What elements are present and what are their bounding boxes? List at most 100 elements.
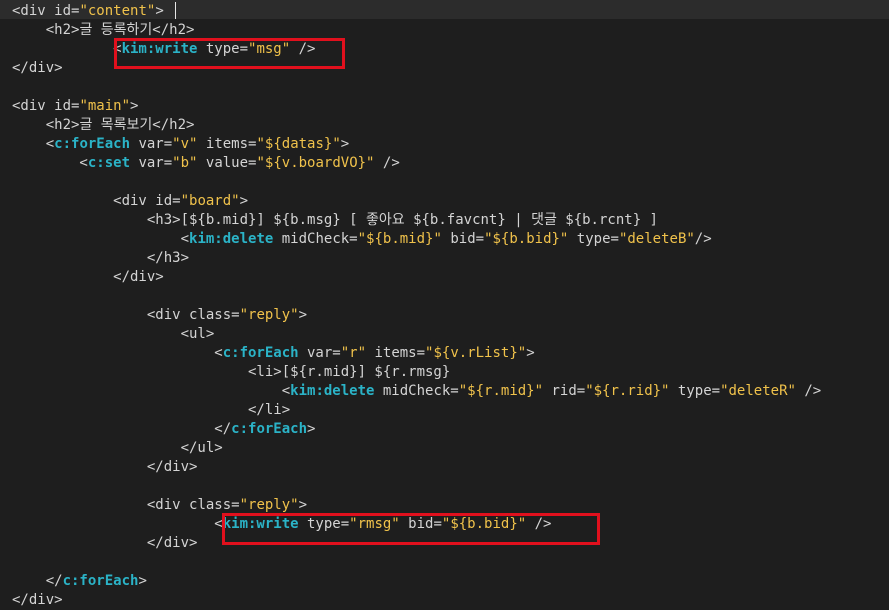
code-token: "msg" bbox=[248, 41, 291, 57]
code-token: [${b.mid}] ${b.msg} [ 좋아요 ${b.favcnt} | … bbox=[180, 212, 658, 228]
code-token: "board" bbox=[180, 193, 240, 209]
code-token: "${b.bid}" bbox=[484, 231, 569, 247]
code-token: /> bbox=[374, 155, 400, 171]
code-token: kim:delete bbox=[189, 231, 274, 247]
text-cursor bbox=[175, 2, 176, 19]
code-token: "${b.mid}" bbox=[357, 231, 442, 247]
code-token: bid= bbox=[399, 516, 442, 532]
code-token: < bbox=[12, 155, 88, 171]
code-token: /> bbox=[795, 383, 822, 399]
code-token: </h2> bbox=[152, 117, 195, 133]
code-token: /> bbox=[290, 41, 316, 57]
code-token: "b" bbox=[172, 155, 198, 171]
code-token: var= bbox=[130, 155, 173, 171]
code-token: "${v.boardVO}" bbox=[256, 155, 375, 171]
code-token: < bbox=[12, 516, 223, 532]
code-token: > bbox=[526, 345, 535, 361]
code-token: 글 목록보기 bbox=[79, 117, 153, 133]
code-line: <div class="reply"> bbox=[12, 496, 307, 515]
code-token: kim:delete bbox=[290, 383, 375, 399]
code-token: "reply" bbox=[239, 497, 299, 513]
code-token: var= bbox=[130, 136, 173, 152]
code-token: > bbox=[307, 421, 316, 437]
code-token: <div bbox=[12, 3, 55, 19]
code-line: <h2>글 목록보기</h2> bbox=[12, 116, 195, 135]
code-line: <kim:write type="msg" /> bbox=[12, 40, 315, 59]
code-token: rid= bbox=[543, 383, 586, 399]
code-line: <c:forEach var="v" items="${datas}"> bbox=[12, 135, 350, 154]
code-token: </ bbox=[12, 421, 232, 437]
code-token: c:forEach bbox=[62, 573, 139, 589]
code-token: "${r.rid}" bbox=[585, 383, 670, 399]
code-line: <li>[${r.mid}] ${r.rmsg} bbox=[12, 363, 450, 382]
code-editor[interactable]: <div id="content"> <h2>글 등록하기</h2> <kim:… bbox=[0, 0, 889, 609]
code-token: type= bbox=[298, 516, 350, 532]
code-token: midCheck= bbox=[374, 383, 459, 399]
code-token: /> bbox=[526, 516, 552, 532]
code-token: id= bbox=[54, 3, 80, 19]
code-token: > bbox=[138, 573, 147, 589]
code-token: </li> bbox=[12, 402, 291, 418]
code-token: </h3> bbox=[12, 250, 190, 266]
code-token: < bbox=[12, 41, 122, 57]
code-token: /> bbox=[694, 231, 712, 247]
code-line: <h3>[${b.mid}] ${b.msg} [ 좋아요 ${b.favcnt… bbox=[12, 211, 658, 230]
code-line: <kim:delete midCheck="${b.mid}" bid="${b… bbox=[12, 230, 712, 249]
code-token: c:forEach bbox=[54, 136, 131, 152]
code-line: </div> bbox=[12, 268, 164, 287]
code-token: <div bbox=[12, 307, 190, 323]
code-token: "rmsg" bbox=[349, 516, 400, 532]
code-token: "deleteR" bbox=[720, 383, 796, 399]
code-line: </div> bbox=[12, 534, 198, 553]
code-line: <div id="main"> bbox=[12, 97, 138, 116]
code-token: </div> bbox=[12, 459, 198, 475]
code-token: "${v.rList}" bbox=[425, 345, 527, 361]
code-token: "deleteB" bbox=[618, 231, 695, 247]
code-token: kim:write bbox=[222, 516, 299, 532]
code-token: c:set bbox=[87, 155, 131, 171]
code-token: [${r.mid}] ${r.rmsg} bbox=[281, 364, 451, 380]
code-line: <kim:write type="rmsg" bid="${b.bid}" /> bbox=[12, 515, 551, 534]
code-token: "reply" bbox=[239, 307, 299, 323]
code-token: "r" bbox=[340, 345, 367, 361]
code-token: c:forEach bbox=[222, 345, 299, 361]
code-token: items= bbox=[366, 345, 426, 361]
code-line: </div> bbox=[12, 591, 63, 610]
code-token: > bbox=[340, 136, 350, 152]
code-line: <kim:delete midCheck="${r.mid}" rid="${r… bbox=[12, 382, 822, 401]
code-line: </ul> bbox=[12, 439, 223, 458]
code-token: <h2> bbox=[12, 22, 80, 38]
code-token: < bbox=[12, 383, 291, 399]
code-token: </div> bbox=[12, 535, 198, 551]
code-token: < bbox=[12, 136, 55, 152]
code-token: midCheck= bbox=[273, 231, 358, 247]
code-token: kim:write bbox=[121, 41, 198, 57]
code-token: type= bbox=[669, 383, 721, 399]
code-token: type= bbox=[568, 231, 619, 247]
code-token: </h2> bbox=[152, 22, 195, 38]
code-token: < bbox=[12, 231, 190, 247]
code-line: <c:forEach var="r" items="${v.rList}"> bbox=[12, 344, 535, 363]
code-line: </h3> bbox=[12, 249, 189, 268]
code-token: </ bbox=[12, 573, 63, 589]
code-line: </c:forEach> bbox=[12, 420, 315, 439]
code-token: </div> bbox=[12, 269, 164, 285]
code-line: </c:forEach> bbox=[12, 572, 147, 591]
code-token: > bbox=[130, 98, 139, 114]
code-token: > bbox=[298, 307, 308, 323]
code-token: type= bbox=[197, 41, 249, 57]
code-token: </div> bbox=[12, 592, 63, 608]
code-line: <div id="content"> bbox=[12, 2, 164, 21]
code-token: "${datas}" bbox=[256, 136, 341, 152]
code-token: > bbox=[298, 497, 308, 513]
code-line: <div id="board"> bbox=[12, 192, 248, 211]
code-token: var= bbox=[298, 345, 341, 361]
code-token: "${r.mid}" bbox=[458, 383, 544, 399]
code-token: <li> bbox=[12, 364, 282, 380]
code-token: class= bbox=[189, 307, 240, 323]
code-token: <h2> bbox=[12, 117, 80, 133]
code-token: class= bbox=[189, 497, 240, 513]
code-line: </div> bbox=[12, 458, 198, 477]
code-token: <ul> bbox=[12, 326, 215, 342]
code-token: "content" bbox=[79, 3, 156, 19]
